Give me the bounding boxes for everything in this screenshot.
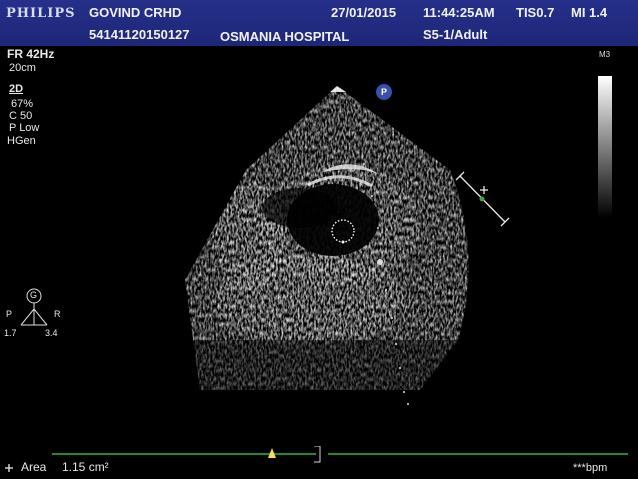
sector-fan <box>185 86 469 390</box>
patient-id: 54141120150127 <box>89 27 190 42</box>
orientation-bottom-right: 3.4 <box>45 328 58 338</box>
tis-value: TIS0.7 <box>516 5 555 20</box>
measurement-value: 1.15 cm² <box>62 460 109 474</box>
exam-date: 27/01/2015 <box>331 5 397 20</box>
measurement-label: Area <box>21 460 47 474</box>
exam-time: 11:44:25AM <box>423 5 495 20</box>
transducer-preset: S5-1/Adult <box>423 27 488 42</box>
header-bar: PHILIPS GOVIND CRHD 54141120150127 OSMAN… <box>0 0 638 46</box>
frame-rate: FR 42Hz <box>7 47 55 61</box>
orientation-left: P <box>6 309 13 319</box>
plus-icon <box>5 464 13 472</box>
harmonics-value: HGen <box>7 135 36 147</box>
mode-label: 2D <box>9 83 24 95</box>
heart-rate: ***bpm <box>573 462 608 474</box>
orientation-bottom-left: 1.7 <box>4 328 17 338</box>
ultrasound-screen: PHILIPS GOVIND CRHD 54141120150127 OSMAN… <box>0 0 638 479</box>
mi-value: MI 1.4 <box>571 5 608 20</box>
institution-name: OSMANIA HOSPITAL <box>220 29 350 44</box>
orientation-marker: G P R 1.7 3.4 <box>3 287 65 342</box>
brand-text: PHILIPS <box>6 6 76 21</box>
gain-value: 67% <box>11 98 34 110</box>
probe-orientation-marker: P <box>376 84 392 100</box>
compression-value: C 50 <box>9 110 33 122</box>
patient-name: GOVIND CRHD <box>89 5 182 20</box>
power-value: P Low <box>9 122 40 134</box>
ecg-marker <box>268 448 276 458</box>
gray-scale-bar <box>598 76 612 218</box>
depth-value: 20cm <box>9 62 36 74</box>
sector-apex <box>330 86 346 92</box>
orientation-center: G <box>30 290 38 300</box>
area-trace-handle <box>341 240 345 244</box>
orientation-right: R <box>54 309 61 319</box>
graybar-label: M3 <box>599 50 611 59</box>
brand-logo: PHILIPS <box>6 4 78 22</box>
echo-image <box>185 86 510 405</box>
